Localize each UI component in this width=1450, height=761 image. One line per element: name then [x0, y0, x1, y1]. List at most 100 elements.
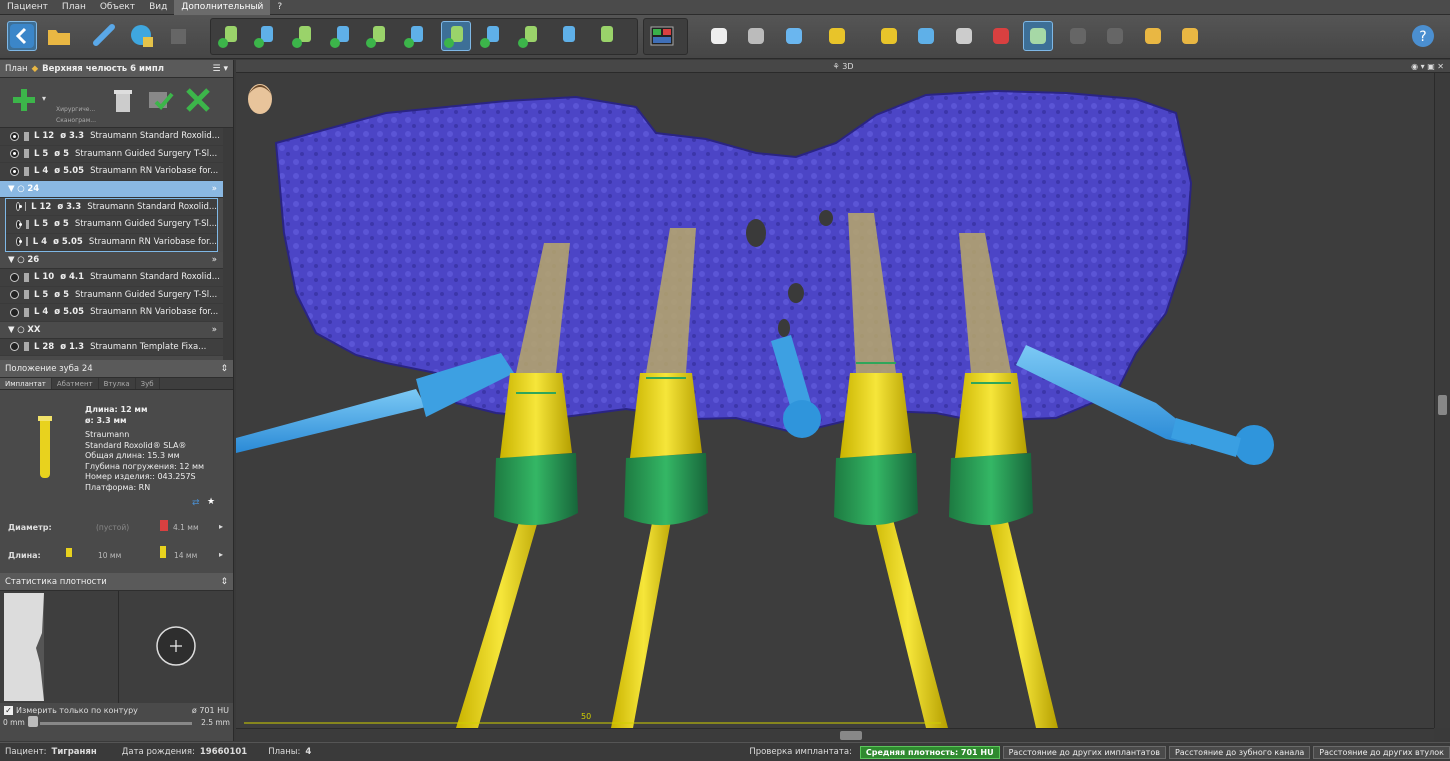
add-implant-icon[interactable]: [10, 86, 38, 114]
tooth-tab[interactable]: Имплантат: [0, 378, 52, 389]
link-button[interactable]: [90, 21, 120, 51]
expand-icon[interactable]: ▼: [8, 184, 15, 194]
disabled-tool-button[interactable]: [164, 21, 194, 51]
favorite-icon[interactable]: ★: [207, 497, 215, 507]
implant-component-row[interactable]: L 5 ø 5 Straumann Guided Surgery T-Sl...: [0, 145, 223, 163]
component-radio[interactable]: [10, 307, 19, 317]
undo-button[interactable]: [1063, 21, 1093, 51]
expand-icon[interactable]: ▼: [8, 325, 15, 335]
trash-icon[interactable]: [110, 86, 136, 114]
workflow-step-button[interactable]: [363, 21, 393, 51]
tooth-tab[interactable]: Абатмент: [52, 378, 99, 389]
menu-item[interactable]: Объект: [93, 0, 142, 15]
workflow-step-button[interactable]: [401, 21, 431, 51]
component-radio[interactable]: [10, 131, 19, 141]
folder-export-button[interactable]: [1175, 21, 1205, 51]
globe-button[interactable]: [127, 21, 157, 51]
workflow-step-button[interactable]: [441, 21, 471, 51]
plan-side-item[interactable]: Сканограм...: [56, 115, 96, 126]
menu-item[interactable]: Пациент: [0, 0, 55, 15]
add-dropdown-icon[interactable]: ▾: [42, 94, 46, 103]
workflow-step-button[interactable]: [327, 21, 357, 51]
implant-component-row[interactable]: L 4 ø 5.05 Straumann RN Variobase for...: [6, 233, 217, 251]
menu-item[interactable]: План: [55, 0, 93, 15]
component-radio[interactable]: [10, 342, 19, 352]
implant-component-row[interactable]: L 5 ø 5 Straumann Guided Surgery T-Sl...: [0, 286, 223, 304]
tooth-tab[interactable]: Втулка: [99, 378, 136, 389]
component-radio[interactable]: [10, 290, 19, 300]
view-controls-icon[interactable]: ◉ ▾ ▣ ✕: [1411, 60, 1444, 73]
view-vertical-scrollbar[interactable]: [1434, 73, 1450, 728]
group-collapse-icon[interactable]: »: [212, 325, 217, 335]
cube-button[interactable]: [779, 21, 809, 51]
length-next-icon[interactable]: ▸: [219, 550, 223, 559]
cross-plan-icon[interactable]: [184, 86, 212, 114]
workflow-step-button[interactable]: [515, 21, 545, 51]
density-collapse-icon[interactable]: ⇕: [220, 577, 228, 587]
diameter-next-icon[interactable]: ▸: [219, 522, 223, 531]
scanner-button[interactable]: [741, 21, 771, 51]
component-radio[interactable]: [16, 202, 22, 212]
redo-button[interactable]: [1100, 21, 1130, 51]
implant-component-row[interactable]: L 12 ø 3.3 Straumann Standard Roxolid...: [0, 128, 223, 146]
menu-item[interactable]: Вид: [142, 0, 174, 15]
back-button[interactable]: [7, 21, 37, 51]
group-collapse-icon[interactable]: »: [212, 184, 217, 194]
density-slider-handle[interactable]: [28, 716, 38, 727]
implant-axis-button[interactable]: [874, 21, 904, 51]
implant-component-row[interactable]: L 10 ø 4.1 Straumann Standard Roxolid...: [0, 269, 223, 287]
menu-item[interactable]: Дополнительный: [174, 0, 271, 15]
group-radio-icon[interactable]: ○: [17, 255, 24, 265]
workflow-step-button[interactable]: [289, 21, 319, 51]
panoramic-button[interactable]: [1023, 21, 1053, 51]
remove-button[interactable]: [986, 21, 1016, 51]
diameter-option-next[interactable]: 4.1 мм: [173, 523, 199, 532]
tooth-tab[interactable]: Зуб: [136, 378, 160, 389]
check-plan-icon[interactable]: [146, 86, 174, 114]
layout-button[interactable]: [647, 21, 677, 51]
implant-component-row[interactable]: L 4 ø 5.05 Straumann RN Variobase for...: [0, 163, 223, 181]
group-radio-icon[interactable]: ○: [17, 325, 24, 335]
distance-sleeves-badge[interactable]: Расстояние до других втулок: [1313, 745, 1450, 759]
workflow-step-button[interactable]: [215, 21, 245, 51]
implant-group-header[interactable]: ▼ ○ 26 »: [0, 252, 223, 269]
plan-menu-icon[interactable]: ☰ ▾: [213, 64, 228, 74]
implant-component-row[interactable]: L 5 ø 5 Straumann Guided Surgery T-Sl...: [6, 216, 217, 234]
open-folder-button[interactable]: [44, 21, 74, 51]
tooth-button[interactable]: [704, 21, 734, 51]
vscroll-thumb[interactable]: [1438, 395, 1447, 415]
component-radio[interactable]: [10, 166, 19, 176]
group-collapse-icon[interactable]: »: [212, 255, 217, 265]
workflow-step-button[interactable]: [251, 21, 281, 51]
length-option-short[interactable]: 10 мм: [98, 551, 121, 560]
component-radio[interactable]: [16, 237, 22, 247]
length-option-long[interactable]: 14 мм: [174, 551, 197, 560]
orientation-head-icon[interactable]: [248, 84, 272, 114]
help-button[interactable]: ?: [1408, 21, 1438, 51]
folder-add-button[interactable]: [1138, 21, 1168, 51]
density-range-slider[interactable]: [40, 722, 192, 725]
workflow-step-button[interactable]: [591, 21, 621, 51]
group-radio-icon[interactable]: ○: [17, 184, 24, 194]
measure-button[interactable]: [949, 21, 979, 51]
avg-density-badge[interactable]: Средняя плотность: 701 HU: [859, 745, 1000, 759]
implant-group-header[interactable]: ▼ ○ XX »: [0, 321, 223, 339]
viewport-3d[interactable]: 50: [236, 73, 1434, 728]
menu-item[interactable]: ?: [270, 0, 289, 15]
view-horizontal-scrollbar[interactable]: [236, 728, 1434, 741]
contour-checkbox[interactable]: ✓: [4, 705, 13, 715]
implant-component-row[interactable]: L 28 ø 1.3 Straumann Template Fixa...: [0, 338, 223, 356]
hscroll-thumb[interactable]: [840, 731, 862, 740]
diameter-option-empty[interactable]: (пустой): [96, 523, 129, 532]
tooth-panel-collapse-icon[interactable]: ⇕: [220, 364, 228, 374]
plan-side-item[interactable]: Хирургиче...: [56, 104, 96, 115]
distance-canal-badge[interactable]: Расстояние до зубного канала: [1168, 745, 1311, 759]
implant-tool-button[interactable]: [822, 21, 852, 51]
component-radio[interactable]: [16, 219, 23, 229]
implant-group-header[interactable]: ▼ ○ 24 »: [0, 180, 223, 198]
component-radio[interactable]: [10, 149, 19, 159]
workflow-step-button[interactable]: [553, 21, 583, 51]
swap-icon[interactable]: ⇄: [192, 498, 200, 508]
implant-component-row[interactable]: L 4 ø 5.05 Straumann RN Variobase for...: [0, 304, 223, 322]
workflow-step-button[interactable]: [477, 21, 507, 51]
